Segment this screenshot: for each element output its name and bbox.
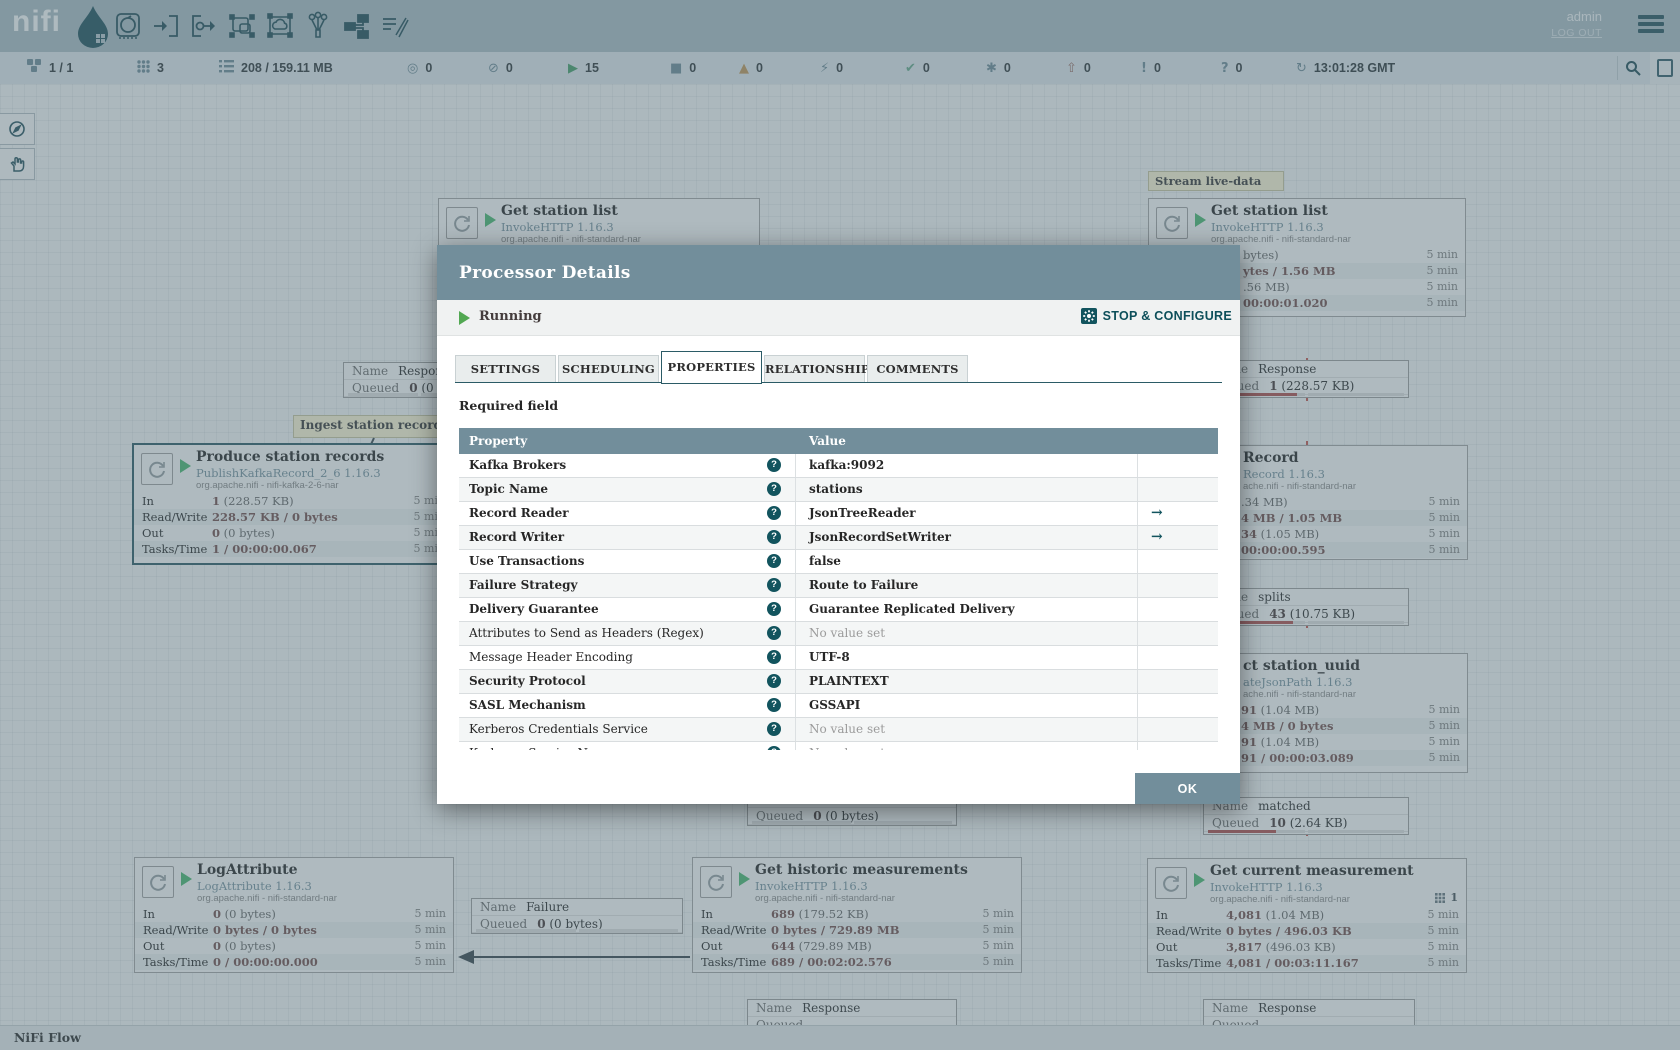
property-row[interactable]: Attributes to Send as Headers (Regex)? N… xyxy=(459,622,1218,646)
stop-and-configure-button[interactable]: STOP & CONFIGURE xyxy=(1080,308,1232,324)
properties-table: Property Value Kafka Brokers? kafka:9092… xyxy=(459,428,1218,750)
property-row[interactable]: Kafka Brokers? kafka:9092 xyxy=(459,454,1218,478)
ok-button[interactable]: OK xyxy=(1135,773,1240,804)
help-icon[interactable]: ? xyxy=(767,482,781,496)
tab-comments[interactable]: COMMENTS xyxy=(867,355,968,382)
help-icon[interactable]: ? xyxy=(767,602,781,616)
dialog-header: Processor Details xyxy=(437,245,1240,300)
go-to-service-icon[interactable]: → xyxy=(1151,526,1163,549)
go-to-service-icon[interactable]: → xyxy=(1151,502,1163,525)
dialog-status-strip: Running STOP & CONFIGURE xyxy=(437,300,1240,336)
property-row[interactable]: Use Transactions? false xyxy=(459,550,1218,574)
run-status: Running xyxy=(479,309,542,324)
property-row[interactable]: Topic Name? stations xyxy=(459,478,1218,502)
help-icon[interactable]: ? xyxy=(767,458,781,472)
tab-scheduling[interactable]: SCHEDULING xyxy=(558,355,659,382)
help-icon[interactable]: ? xyxy=(767,746,781,750)
properties-table-header: Property Value xyxy=(459,428,1218,454)
property-row[interactable]: Security Protocol? PLAINTEXT xyxy=(459,670,1218,694)
processor-details-dialog: Processor Details Running STOP & CONFIGU… xyxy=(437,245,1240,804)
tab-settings[interactable]: SETTINGS xyxy=(455,355,556,382)
property-row[interactable]: Record Reader? JsonTreeReader → xyxy=(459,502,1218,526)
column-value: Value xyxy=(809,434,846,448)
help-icon[interactable]: ? xyxy=(767,698,781,712)
help-icon[interactable]: ? xyxy=(767,626,781,640)
property-row[interactable]: Kerberos Credentials Service? No value s… xyxy=(459,718,1218,742)
nifi-app: nifi admin LOG OUT 1 / 1 3 208 / 159.11 … xyxy=(0,0,1680,1050)
property-row[interactable]: Record Writer? JsonRecordSetWriter → xyxy=(459,526,1218,550)
gear-icon xyxy=(1080,308,1097,324)
help-icon[interactable]: ? xyxy=(767,674,781,688)
help-icon[interactable]: ? xyxy=(767,554,781,568)
help-icon[interactable]: ? xyxy=(767,578,781,592)
tab-relationships[interactable]: RELATIONSHIPS xyxy=(764,355,878,382)
help-icon[interactable]: ? xyxy=(767,650,781,664)
running-icon xyxy=(459,311,470,325)
dialog-tabs: SETTINGS SCHEDULING PROPERTIES RELATIONS… xyxy=(455,351,1222,384)
property-row[interactable]: Failure Strategy? Route to Failure xyxy=(459,574,1218,598)
help-icon[interactable]: ? xyxy=(767,506,781,520)
property-row[interactable]: Message Header Encoding? UTF-8 xyxy=(459,646,1218,670)
property-row[interactable]: Delivery Guarantee? Guarantee Replicated… xyxy=(459,598,1218,622)
help-icon[interactable]: ? xyxy=(767,530,781,544)
property-row[interactable]: SASL Mechanism? GSSAPI xyxy=(459,694,1218,718)
help-icon[interactable]: ? xyxy=(767,722,781,736)
property-row-clipped[interactable]: Kerberos Service Name? No value set xyxy=(459,742,1218,750)
required-field-note: Required field xyxy=(459,398,559,413)
column-property: Property xyxy=(469,434,528,448)
tab-properties[interactable]: PROPERTIES xyxy=(661,351,762,384)
dialog-title: Processor Details xyxy=(459,262,631,283)
